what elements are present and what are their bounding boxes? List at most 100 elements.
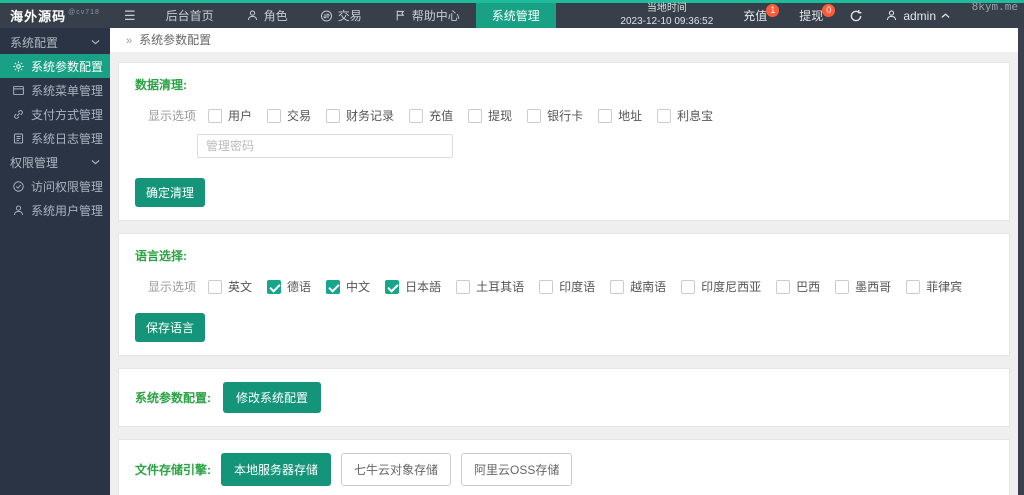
sidebar-item-system-logs[interactable]: 系统日志管理: [0, 126, 110, 150]
checkbox-withdraw[interactable]: 提现: [468, 107, 512, 124]
top-nav: ☰ 后台首页 角色 交易 帮助中心 系统管理: [110, 3, 556, 28]
header-right: 当地时间 2023-12-10 09:36:52 充值 1 提现 0 admin: [606, 3, 1024, 28]
checkbox-box[interactable]: [208, 280, 222, 294]
checkbox-box[interactable]: [776, 280, 790, 294]
refresh-icon[interactable]: [839, 9, 873, 23]
nav-help-center[interactable]: 帮助中心: [378, 3, 476, 28]
person-icon: [246, 9, 259, 22]
panel-title: 语言选择:: [135, 247, 993, 264]
sidebar-item-access-permissions[interactable]: 访问权限管理: [0, 174, 110, 198]
checkbox-box[interactable]: [657, 109, 671, 123]
nav-roles[interactable]: 角色: [230, 3, 304, 28]
checkbox-box[interactable]: [539, 280, 553, 294]
check-circle-icon: [12, 180, 25, 193]
recharge-link[interactable]: 充值 1: [727, 7, 783, 24]
admin-password-input[interactable]: [197, 134, 453, 158]
recharge-label: 充值: [743, 9, 767, 23]
checkbox-japanese[interactable]: 日本語: [385, 278, 441, 295]
sidebar-collapse-icon[interactable]: ☰: [110, 3, 150, 28]
checkbox-box[interactable]: [456, 280, 470, 294]
app-logo-superscript: @cv718: [68, 9, 100, 16]
withdraw-badge: 0: [822, 4, 835, 17]
sidebar-group-permissions[interactable]: 权限管理: [0, 150, 110, 174]
checkbox-philippines[interactable]: 菲律宾: [906, 278, 962, 295]
checkbox-label: 土耳其语: [476, 278, 524, 295]
checkbox-turkish[interactable]: 土耳其语: [456, 278, 524, 295]
storage-local-button[interactable]: 本地服务器存储: [221, 453, 331, 486]
checkbox-box[interactable]: [267, 280, 281, 294]
nav-dashboard[interactable]: 后台首页: [150, 3, 230, 28]
sidebar-item-label: 系统用户管理: [31, 202, 103, 219]
checkbox-box[interactable]: [326, 109, 340, 123]
sidebar-item-label: 支付方式管理: [31, 106, 103, 123]
checkbox-label: 德语: [287, 278, 311, 295]
checkbox-label: 充值: [429, 107, 453, 124]
checkbox-hindi[interactable]: 印度语: [539, 278, 595, 295]
local-time-label: 当地时间: [620, 3, 713, 16]
options-label: 显示选项: [148, 107, 196, 124]
checkbox-box[interactable]: [409, 109, 423, 123]
checkbox-chinese[interactable]: 中文: [326, 278, 370, 295]
sidebar-item-payment-methods[interactable]: 支付方式管理: [0, 102, 110, 126]
checkbox-box[interactable]: [681, 280, 695, 294]
checkbox-trade[interactable]: 交易: [267, 107, 311, 124]
checkbox-recharge[interactable]: 充值: [409, 107, 453, 124]
panel-system-config: 系统参数配置: 修改系统配置: [118, 368, 1010, 427]
checkbox-box[interactable]: [208, 109, 222, 123]
nav-trade[interactable]: 交易: [304, 3, 378, 28]
checkbox-indonesian[interactable]: 印度尼西亚: [681, 278, 761, 295]
local-time: 当地时间 2023-12-10 09:36:52: [606, 3, 727, 28]
exchange-icon: [320, 9, 333, 23]
sidebar-item-system-menu[interactable]: 系统菜单管理: [0, 78, 110, 102]
top-header: 海外源码@cv718 ☰ 后台首页 角色 交易 帮助中心 系统管理 当地时间 2…: [0, 3, 1024, 28]
confirm-cleanup-button[interactable]: 确定清理: [135, 178, 205, 207]
checkbox-vietnamese[interactable]: 越南语: [610, 278, 666, 295]
checkbox-box[interactable]: [835, 280, 849, 294]
checkbox-label: 利息宝: [677, 107, 713, 124]
checkbox-box[interactable]: [468, 109, 482, 123]
checkbox-box[interactable]: [385, 280, 399, 294]
storage-qiniu-button[interactable]: 七牛云对象存储: [341, 453, 451, 486]
checkbox-interest[interactable]: 利息宝: [657, 107, 713, 124]
checkbox-finance-records[interactable]: 财务记录: [326, 107, 394, 124]
nav-system-management[interactable]: 系统管理: [476, 3, 556, 28]
withdraw-link[interactable]: 提现 0: [783, 7, 839, 24]
checkbox-box[interactable]: [527, 109, 541, 123]
chevron-down-icon: [91, 159, 100, 165]
checkbox-user[interactable]: 用户: [208, 107, 252, 124]
menu-card-icon: [12, 84, 25, 97]
sidebar-item-label: 系统参数配置: [31, 58, 103, 75]
checkbox-label: 菲律宾: [926, 278, 962, 295]
sidebar-item-system-users[interactable]: 系统用户管理: [0, 198, 110, 222]
checkbox-box[interactable]: [610, 280, 624, 294]
gear-icon: [12, 60, 25, 73]
sidebar-item-label: 系统日志管理: [31, 130, 103, 147]
flag-icon: [394, 9, 407, 22]
right-scrollbar-strip[interactable]: [1018, 28, 1024, 495]
sidebar-group-system-config[interactable]: 系统配置: [0, 30, 110, 54]
checkbox-label: 巴西: [796, 278, 820, 295]
log-icon: [12, 132, 25, 145]
admin-menu[interactable]: admin: [873, 9, 962, 23]
admin-username: admin: [903, 9, 936, 23]
checkbox-english[interactable]: 英文: [208, 278, 252, 295]
checkbox-address[interactable]: 地址: [598, 107, 642, 124]
checkbox-box[interactable]: [598, 109, 612, 123]
checkbox-mexico[interactable]: 墨西哥: [835, 278, 891, 295]
save-language-button[interactable]: 保存语言: [135, 313, 205, 342]
checkbox-bank-card[interactable]: 银行卡: [527, 107, 583, 124]
checkbox-box[interactable]: [906, 280, 920, 294]
nav-trade-label: 交易: [338, 7, 362, 24]
sidebar-item-system-params[interactable]: 系统参数配置: [0, 54, 110, 78]
modify-system-config-button[interactable]: 修改系统配置: [223, 382, 321, 413]
checkbox-label: 用户: [228, 107, 252, 124]
checkbox-german[interactable]: 德语: [267, 278, 311, 295]
withdraw-label: 提现: [799, 9, 823, 23]
checkbox-brazil[interactable]: 巴西: [776, 278, 820, 295]
panel-storage-engine: 文件存储引擎: 本地服务器存储 七牛云对象存储 阿里云OSS存储: [118, 439, 1010, 495]
sidebar: 系统配置 系统参数配置 系统菜单管理 支付方式管理 系统日志管理 权限管理 访问…: [0, 28, 110, 495]
checkbox-box[interactable]: [267, 109, 281, 123]
storage-aliyun-oss-button[interactable]: 阿里云OSS存储: [461, 453, 572, 486]
checkbox-label: 英文: [228, 278, 252, 295]
checkbox-box[interactable]: [326, 280, 340, 294]
